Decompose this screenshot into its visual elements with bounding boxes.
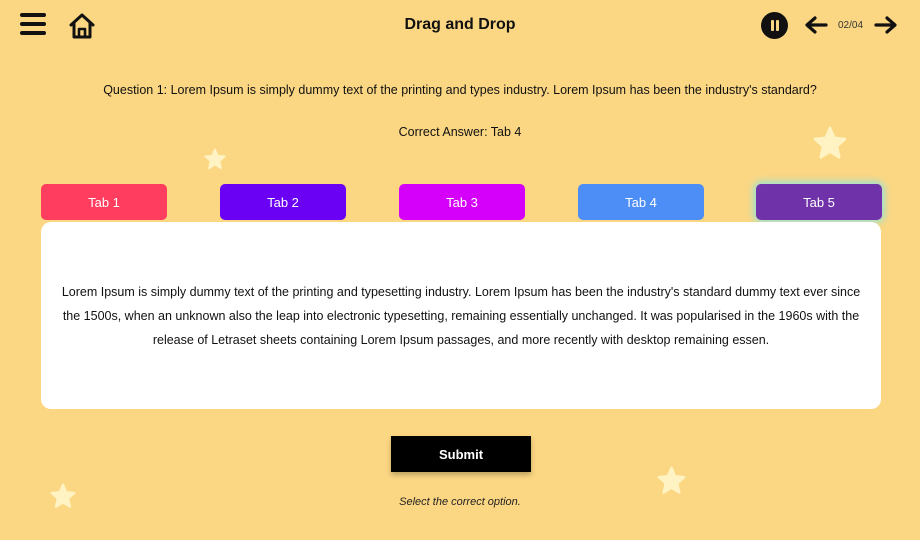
tab-4[interactable]: Tab 4 [578,184,704,220]
tab-3[interactable]: Tab 3 [399,184,525,220]
question-text: Question 1: Lorem Ipsum is simply dummy … [103,83,817,97]
page-counter: 02/04 [838,20,864,31]
tab-content-panel: Lorem Ipsum is simply dummy text of the … [41,222,881,409]
tab-5[interactable]: Tab 5 [756,184,882,220]
tab-2[interactable]: Tab 2 [220,184,346,220]
tab-content-text: Lorem Ipsum is simply dummy text of the … [61,284,861,347]
hint-text: Select the correct option. [399,496,521,508]
star-icon [813,126,847,159]
arrow-left-icon[interactable] [804,15,828,35]
submit-button[interactable]: Submit [391,436,531,472]
top-bar: Drag and Drop 02/04 [0,0,920,52]
star-icon [204,148,226,170]
star-icon [657,466,686,494]
arrow-right-icon[interactable] [874,15,898,35]
tab-1[interactable]: Tab 1 [41,184,167,220]
pause-icon[interactable] [761,12,788,39]
correct-answer-text: Correct Answer: Tab 4 [398,125,522,139]
